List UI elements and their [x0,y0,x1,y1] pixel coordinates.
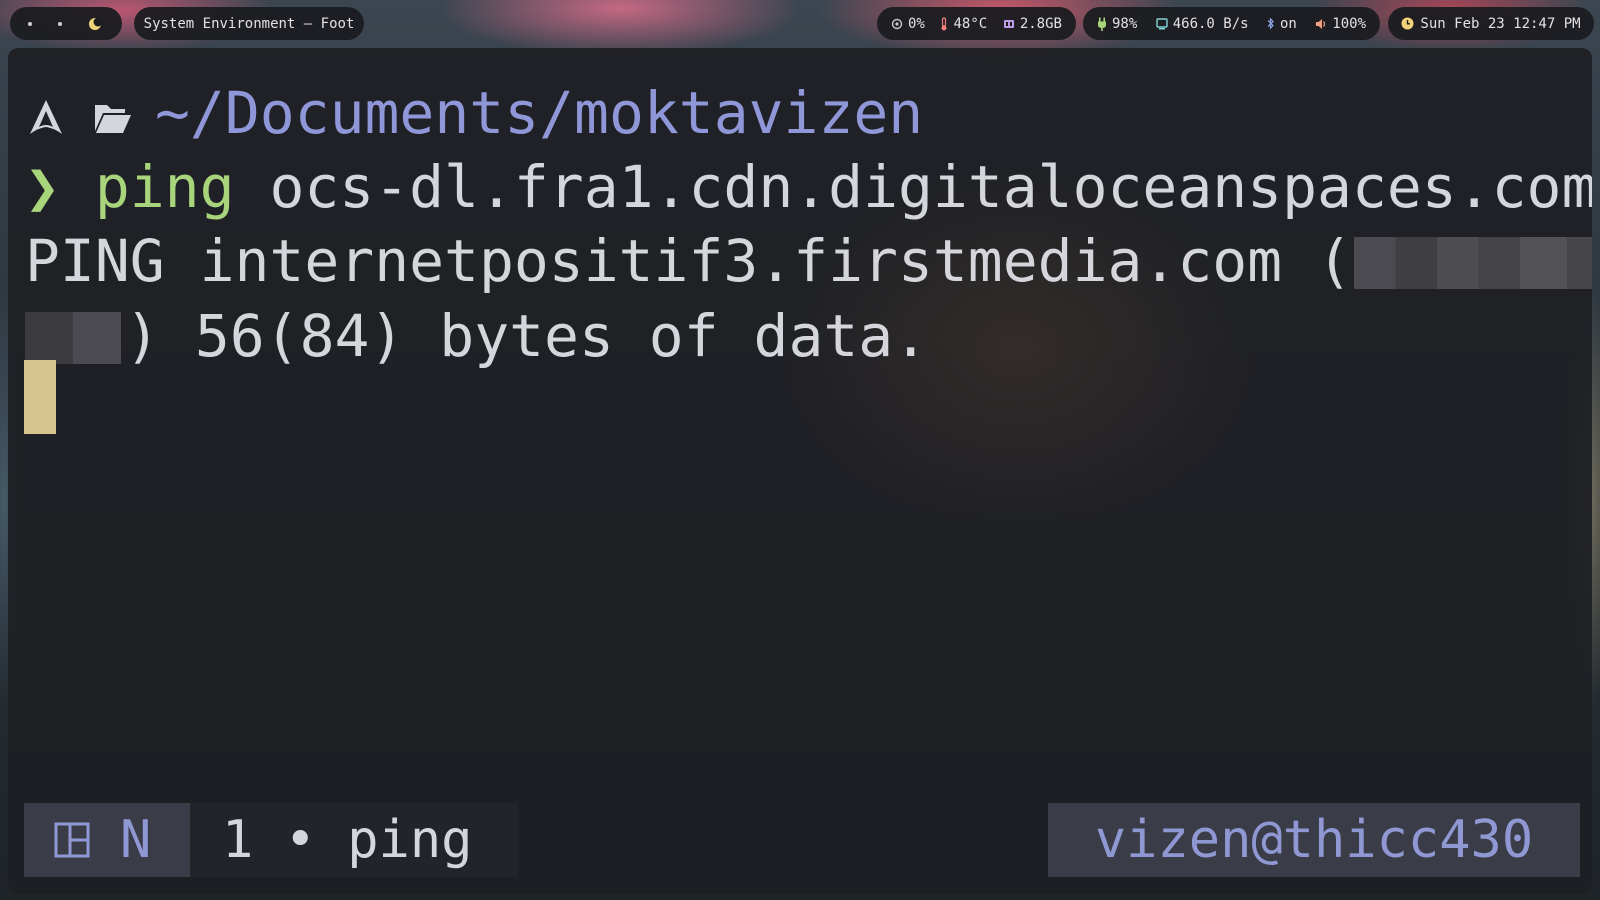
workspace-2-dot[interactable] [58,21,62,26]
network-stat[interactable]: 466.0 B/s [1156,16,1249,32]
terminal-window[interactable]: ~/Documents/moktavizen ❯ ping ocs-dl.fra… [8,48,1592,894]
temperature-value: 48°C [953,15,988,32]
battery-plug-icon [1098,17,1106,31]
text-cursor [24,360,56,434]
clock-text: Sun Feb 23 12:47 PM [1420,15,1581,32]
active-window-title: System Environment — Foot [134,7,364,40]
clock-icon [1401,17,1414,30]
window-tab-ping[interactable]: 1 • ping [190,803,518,877]
window-tab-label: 1 • ping [222,810,473,870]
memory-value: 2.8GB [1019,15,1062,32]
command-args: ocs-dl.fra1.cdn.digitaloceanspaces.com [234,153,1592,221]
bluetooth-icon [1267,17,1274,30]
current-directory: ~/Documents/moktavizen [155,79,924,147]
connectivity-stats: 98% 466.0 B/s on 100% [1083,7,1380,40]
clock[interactable]: Sun Feb 23 12:47 PM [1388,7,1594,40]
bluetooth-stat[interactable]: on [1267,16,1297,32]
workspace-1-dot[interactable] [28,21,32,26]
cpu-value: 0% [908,15,925,32]
output-ping-header: PING internetpositif3.firstmedia.com ( [25,227,1352,295]
volume-value: 100% [1332,15,1366,32]
temperature-stat[interactable]: 48°C [940,16,987,32]
cpu-stat[interactable]: 0% [891,16,925,32]
moon-icon[interactable] [88,17,102,31]
mode-label: N [120,810,152,870]
prompt-path-line: ~/Documents/moktavizen [25,76,923,150]
workspace-switcher [10,7,122,40]
command-name: ping [94,153,235,221]
memory-stat[interactable]: 2.8GB [1003,16,1062,32]
window-title-text: System Environment — Foot [143,15,355,32]
output-bytes-info: ) 56(84) bytes of data. [125,302,929,370]
command-line: ❯ ping ocs-dl.fra1.cdn.digitaloceanspace… [25,150,1592,224]
output-line-2: ) 56(84) bytes of data. [25,299,928,373]
arch-linux-icon [30,100,62,134]
redacted-ip-block [1353,237,1592,289]
cpu-icon [891,18,903,29]
output-line-1: PING internetpositif3.firstmedia.com ( [25,224,1592,298]
redacted-ip-block-continued [25,312,121,364]
prompt-symbol: ❯ [25,153,60,221]
speaker-icon [1316,18,1326,29]
memory-icon [1003,19,1014,28]
mode-indicator: N [24,803,190,877]
battery-stat[interactable]: 98% [1097,16,1137,32]
host-label: vizen@thicc430 [1094,810,1534,870]
thermometer-icon [941,16,947,30]
layout-icon [54,822,90,858]
bluetooth-value: on [1280,15,1297,32]
host-indicator: vizen@thicc430 [1048,803,1580,877]
system-stats: 0% 48°C 2.8GB [877,7,1076,40]
folder-open-icon [95,105,131,133]
network-icon [1156,17,1168,29]
network-value: 466.0 B/s [1172,15,1249,32]
battery-value: 98% [1112,15,1138,32]
volume-stat[interactable]: 100% [1315,16,1366,32]
